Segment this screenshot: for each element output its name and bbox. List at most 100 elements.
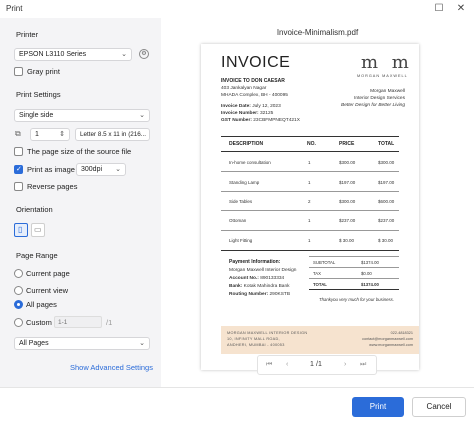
invoice-number: Invoice Number: 32125: [221, 111, 274, 116]
table-header-rule: [221, 151, 399, 152]
portrait-icon: ▯: [18, 225, 23, 234]
print-preview: Invoice-Minimalism.pdf INVOICE INVOICE T…: [161, 18, 474, 387]
printer-properties-icon[interactable]: ⚙: [139, 49, 149, 59]
range-current-view-radio[interactable]: [14, 286, 23, 295]
row-qty: 2: [308, 199, 311, 204]
copies-icon: ⧉: [15, 129, 21, 138]
summary-rule: [309, 256, 399, 257]
dpi-select[interactable]: 300dpi ⌄: [76, 163, 126, 176]
range-all-pages-radio[interactable]: [14, 300, 23, 309]
source-size-checkbox[interactable]: [14, 147, 23, 156]
print-button[interactable]: Print: [352, 397, 404, 417]
row-description: In-home consultation: [229, 160, 271, 165]
dpi-value: 300dpi: [81, 166, 103, 173]
row-divider: [221, 210, 399, 211]
window-title: Print: [6, 4, 23, 13]
row-total: $600.00: [378, 199, 395, 204]
invoice-to: INVOICE TO DON CAESAR: [221, 78, 285, 84]
summary-rule: [309, 278, 399, 279]
invoice-title: INVOICE: [221, 54, 291, 71]
printer-section-label: Printer: [16, 30, 39, 39]
payment-heading: Payment Information:: [229, 259, 281, 265]
footer-address-2: ANDHERI, MUMBAI - 400053: [227, 343, 285, 347]
gray-print-checkbox[interactable]: [14, 67, 23, 76]
custom-range-total: /1: [106, 318, 113, 327]
chevron-down-icon: ⌄: [115, 166, 121, 173]
row-qty: 1: [308, 180, 311, 185]
company-tagline: Better Design for Better Living: [341, 103, 405, 108]
row-divider: [221, 191, 399, 192]
invoice-footer: MORGAN MAXWELL INTERIOR DESIGN 10, INFIN…: [221, 326, 419, 354]
range-current-view-label: Current view: [26, 286, 69, 295]
total-label: TOTAL: [313, 282, 327, 287]
preview-file-name: Invoice-Minimalism.pdf: [276, 28, 359, 37]
source-size-label: The page size of the source file: [27, 147, 132, 156]
pages-subset-select[interactable]: All Pages ⌄: [14, 337, 150, 350]
tax-value: $0.00: [361, 271, 372, 276]
pages-subset-value: All Pages: [19, 340, 49, 347]
range-current-page-radio[interactable]: [14, 269, 23, 278]
next-page-icon[interactable]: ›: [344, 361, 346, 368]
custom-range-input[interactable]: [54, 316, 102, 328]
footer-company: MORGAN MAXWELL INTERIOR DESIGN: [227, 331, 308, 335]
row-description: Standing Lamp: [229, 180, 260, 185]
payment-routing: Routing Number: 290KSTB: [229, 292, 291, 297]
footer-phone: 022-4818321: [390, 331, 413, 335]
close-icon[interactable]: ✕: [454, 2, 468, 16]
row-price: $197.00: [339, 180, 356, 185]
current-page[interactable]: 1: [310, 361, 314, 368]
total-value: $1374.00: [361, 282, 379, 287]
subtotal-label: SUBTOTAL: [313, 260, 336, 265]
portrait-button[interactable]: ▯: [14, 223, 28, 237]
print-settings-section-label: Print Settings: [16, 90, 61, 99]
payment-account: Account No.: 890133334: [229, 276, 285, 281]
row-description: Ottoman: [229, 218, 247, 223]
reverse-pages-checkbox[interactable]: [14, 182, 23, 191]
sides-select[interactable]: Single side ⌄: [14, 109, 150, 122]
chevron-down-icon: ⌄: [139, 340, 145, 347]
copies-stepper[interactable]: 1 ⇕: [30, 128, 70, 141]
first-page-icon[interactable]: ⏮: [266, 361, 272, 369]
invoice-address-1: 403 Jankalyan Nagar: [221, 86, 267, 91]
range-custom-label: Custom: [26, 318, 52, 327]
maximize-icon[interactable]: ☐: [432, 2, 446, 16]
chevron-down-icon: ⌄: [139, 112, 145, 119]
summary-bottom-rule: [309, 289, 399, 290]
column-header: PRICE: [339, 141, 355, 147]
row-total: $300.00: [378, 160, 395, 165]
range-custom-radio[interactable]: [14, 318, 23, 327]
thank-you-note: Thankyou very much for your business.: [319, 297, 394, 302]
last-page-icon[interactable]: ⏭: [360, 361, 366, 369]
row-price: $237.00: [339, 218, 356, 223]
company-name: Morgan Maxwell: [370, 89, 405, 94]
print-as-image-label: Print as image: [27, 165, 75, 174]
reverse-pages-label: Reverse pages: [27, 182, 78, 191]
title-bar: Print ☐ ✕: [0, 0, 474, 18]
range-current-page-label: Current page: [26, 269, 70, 278]
print-as-image-checkbox[interactable]: [14, 165, 23, 174]
payment-name: Morgan Maxwell Interior Design: [229, 268, 297, 273]
paper-size-select[interactable]: Letter 8.5 x 11 in (216...: [75, 128, 150, 141]
company-logo-sub: MORGAN MAXWELL: [357, 74, 408, 78]
invoice-gst: GST Number: 23CBFMPNEQT421X: [221, 118, 300, 123]
advanced-settings-link[interactable]: Show Advanced Settings: [70, 363, 153, 372]
orientation-section-label: Orientation: [16, 205, 53, 214]
paper-size-value: Letter 8.5 x 11 in (216...: [80, 131, 147, 138]
dialog-footer: Print Cancel: [0, 387, 474, 423]
row-qty: 1: [308, 218, 311, 223]
column-header: DESCRIPTION: [229, 141, 264, 147]
company-line: Interior Design Services: [354, 96, 405, 101]
printer-select[interactable]: EPSON L3110 Series ⌄: [14, 48, 132, 61]
preview-page: INVOICE INVOICE TO DON CAESAR 403 Jankal…: [201, 44, 419, 370]
prev-page-icon[interactable]: ‹: [286, 361, 288, 368]
tax-label: TAX: [313, 271, 322, 276]
landscape-button[interactable]: ▭: [31, 223, 45, 237]
sides-select-value: Single side: [19, 112, 54, 119]
row-total: $197.00: [378, 180, 395, 185]
cancel-button[interactable]: Cancel: [412, 397, 466, 417]
page-navigator: ⏮ ‹ 1 /1 › ⏭: [257, 355, 377, 375]
total-pages: /1: [316, 361, 322, 368]
gray-print-label: Gray print: [27, 67, 60, 76]
range-all-pages-label: All pages: [26, 300, 57, 309]
invoice-address-2: MHADA Complex, BH - 400095: [221, 93, 288, 98]
